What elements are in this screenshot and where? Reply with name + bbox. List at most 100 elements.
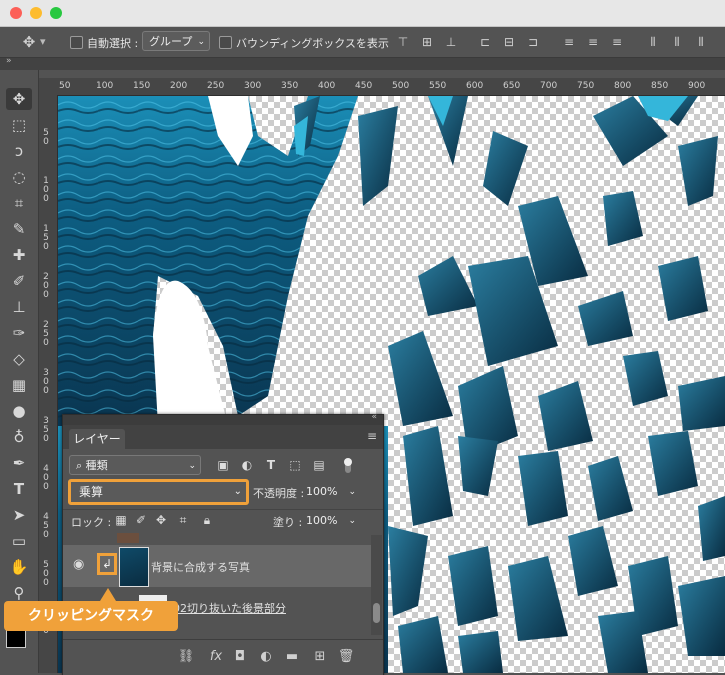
ruler-tick-label: 900	[688, 81, 706, 91]
layer-row-partial[interactable]	[63, 533, 371, 543]
move-tool-icon[interactable]: ✥	[6, 88, 32, 110]
distribute-top-icon[interactable]: ≡	[562, 35, 576, 49]
ruler-tick-label: 1 5 0	[43, 224, 49, 252]
opacity-input[interactable]: 100% ⌄	[299, 481, 357, 501]
align-right-icon[interactable]: ⊐	[526, 35, 540, 49]
visibility-eye-icon[interactable]: ◉	[73, 557, 84, 572]
add-mask-icon[interactable]: ◘	[231, 648, 249, 666]
auto-select-dropdown[interactable]: グループ ⌄	[142, 31, 210, 51]
maximize-window-button[interactable]	[50, 7, 62, 19]
align-horizontal-center-icon[interactable]: ⊟	[502, 35, 516, 49]
filter-toggle-switch[interactable]	[344, 458, 352, 473]
filter-type-layer-icon[interactable]: T	[263, 457, 279, 473]
collapse-panel-icon[interactable]: »	[6, 56, 12, 66]
hand-tool-icon[interactable]: ✋	[6, 556, 32, 578]
layers-panel-footer: ⛓ fx ◘ ◐ ▬ ⊞ 🗑︎	[63, 639, 383, 675]
fill-value: 100%	[306, 514, 338, 527]
close-window-button[interactable]	[10, 7, 22, 19]
healing-brush-tool-icon[interactable]: ✚	[6, 244, 32, 266]
tools-panel: ✥ ⬚ ↄ ◌ ⌗ ✎ ✚ ✐ ⊥ ✑ ◇ ▦ ● ♁ ✒ T ➤ ▭ ✋ ⚲ …	[0, 70, 39, 673]
layer-thumbnail	[117, 533, 139, 543]
lock-position-icon[interactable]: ✥	[153, 512, 169, 528]
filter-shape-layer-icon[interactable]: ⬚	[287, 457, 303, 473]
tool-preset-chevron-icon[interactable]: ▾	[40, 35, 46, 48]
distribute-horizontal-center-icon[interactable]: ⫴	[670, 35, 684, 49]
align-vertical-center-icon[interactable]: ⊞	[420, 35, 434, 49]
ruler-tick-label: 850	[651, 81, 669, 91]
delete-layer-icon[interactable]: 🗑︎	[337, 648, 355, 666]
layer-effects-icon[interactable]: fx	[207, 648, 225, 666]
foreground-color-swatch[interactable]	[6, 628, 26, 648]
chevron-down-icon: ⌄	[188, 461, 196, 471]
layers-panel-titlebar[interactable]: «	[63, 412, 383, 425]
eyedropper-tool-icon[interactable]: ✎	[6, 218, 32, 240]
auto-select-label: 自動選択 :	[87, 37, 139, 50]
ruler-tick-label: 4 5 0	[43, 512, 49, 540]
opacity-label: 不透明度 :	[253, 487, 305, 500]
brush-tool-icon[interactable]: ✐	[6, 270, 32, 292]
lock-all-icon[interactable]: 🔒︎	[199, 512, 215, 528]
link-layers-icon[interactable]: ⛓	[177, 648, 195, 666]
filter-adjustment-layer-icon[interactable]: ◐	[239, 457, 255, 473]
layer-row-selected[interactable]: ◉ ↲ 背景に合成する写真	[63, 545, 371, 587]
marquee-tool-icon[interactable]: ⬚	[6, 114, 32, 136]
filter-pixel-layer-icon[interactable]: ▣	[215, 457, 231, 473]
ruler-tick-label: 600	[466, 81, 484, 91]
ruler-tick-label: 1 0 0	[43, 176, 49, 204]
layer-name: 背景に合成する写真	[151, 561, 250, 574]
align-left-icon[interactable]: ⊏	[478, 35, 492, 49]
ruler-tick-label: 300	[244, 81, 262, 91]
ruler-tick-label: 400	[318, 81, 336, 91]
lock-image-pixels-icon[interactable]: ✐	[133, 512, 149, 528]
gradient-tool-icon[interactable]: ▦	[6, 374, 32, 396]
filter-smart-object-icon[interactable]: ▤	[311, 457, 327, 473]
search-icon: ⌕	[76, 459, 83, 472]
layer-filter-dropdown[interactable]: ⌕ 種類 ⌄	[69, 455, 201, 475]
quick-selection-tool-icon[interactable]: ◌	[6, 166, 32, 188]
chevron-down-icon: ⌄	[233, 486, 242, 497]
layers-scrollbar[interactable]	[371, 535, 382, 635]
clipping-mask-callout: クリッピングマスク	[4, 601, 178, 631]
blend-mode-dropdown[interactable]: 乗算 ⌄	[68, 479, 249, 505]
distribute-right-icon[interactable]: ⫴	[694, 35, 708, 49]
crop-tool-icon[interactable]: ⌗	[6, 192, 32, 214]
rectangle-tool-icon[interactable]: ▭	[6, 530, 32, 552]
scrollbar-thumb[interactable]	[373, 603, 380, 623]
blur-tool-icon[interactable]: ●	[6, 400, 32, 422]
move-tool-options-icon[interactable]: ✥	[22, 35, 36, 50]
fill-input[interactable]: 100% ⌄	[299, 510, 357, 530]
history-brush-tool-icon[interactable]: ✑	[6, 322, 32, 344]
layer-thumbnail	[119, 547, 149, 587]
ruler-tick-label: 100	[96, 81, 114, 91]
tab-layers[interactable]: レイヤー	[69, 429, 125, 449]
clipping-mask-indicator-icon: ↲	[97, 553, 117, 575]
new-group-icon[interactable]: ▬	[283, 648, 301, 666]
dodge-tool-icon[interactable]: ♁	[6, 426, 32, 448]
type-tool-icon[interactable]: T	[6, 478, 32, 500]
ruler-tick-label: 3 0 0	[43, 368, 49, 396]
adjustment-layer-icon[interactable]: ◐	[257, 648, 275, 666]
ruler-tick-label: 650	[503, 81, 521, 91]
bounding-box-checkbox[interactable]	[219, 36, 232, 49]
distribute-left-icon[interactable]: ⫴	[646, 35, 660, 49]
align-bottom-icon[interactable]: ⊥	[444, 35, 458, 49]
lock-transparent-pixels-icon[interactable]: ▦	[113, 512, 129, 528]
pen-tool-icon[interactable]: ✒	[6, 452, 32, 474]
lasso-tool-icon[interactable]: ↄ	[6, 140, 32, 162]
horizontal-ruler: 50 100 150 200 250 300 350 400 450 500 550 600 650 70…	[39, 78, 725, 96]
path-selection-tool-icon[interactable]: ➤	[6, 504, 32, 526]
panel-collapse-icon[interactable]: «	[371, 412, 377, 422]
filter-toggle-knob	[344, 458, 352, 466]
panel-menu-icon[interactable]: ≡	[367, 429, 377, 443]
minimize-window-button[interactable]	[30, 7, 42, 19]
distribute-bottom-icon[interactable]: ≡	[610, 35, 624, 49]
lock-artboard-icon[interactable]: ⌗	[175, 512, 191, 528]
ruler-tick-label: 350	[281, 81, 299, 91]
align-top-icon[interactable]: ⊤	[396, 35, 410, 49]
eraser-tool-icon[interactable]: ◇	[6, 348, 32, 370]
distribute-vertical-center-icon[interactable]: ≡	[586, 35, 600, 49]
auto-select-checkbox[interactable]	[70, 36, 83, 49]
ruler-tick-label: 800	[614, 81, 632, 91]
new-layer-icon[interactable]: ⊞	[311, 648, 329, 666]
clone-stamp-tool-icon[interactable]: ⊥	[6, 296, 32, 318]
